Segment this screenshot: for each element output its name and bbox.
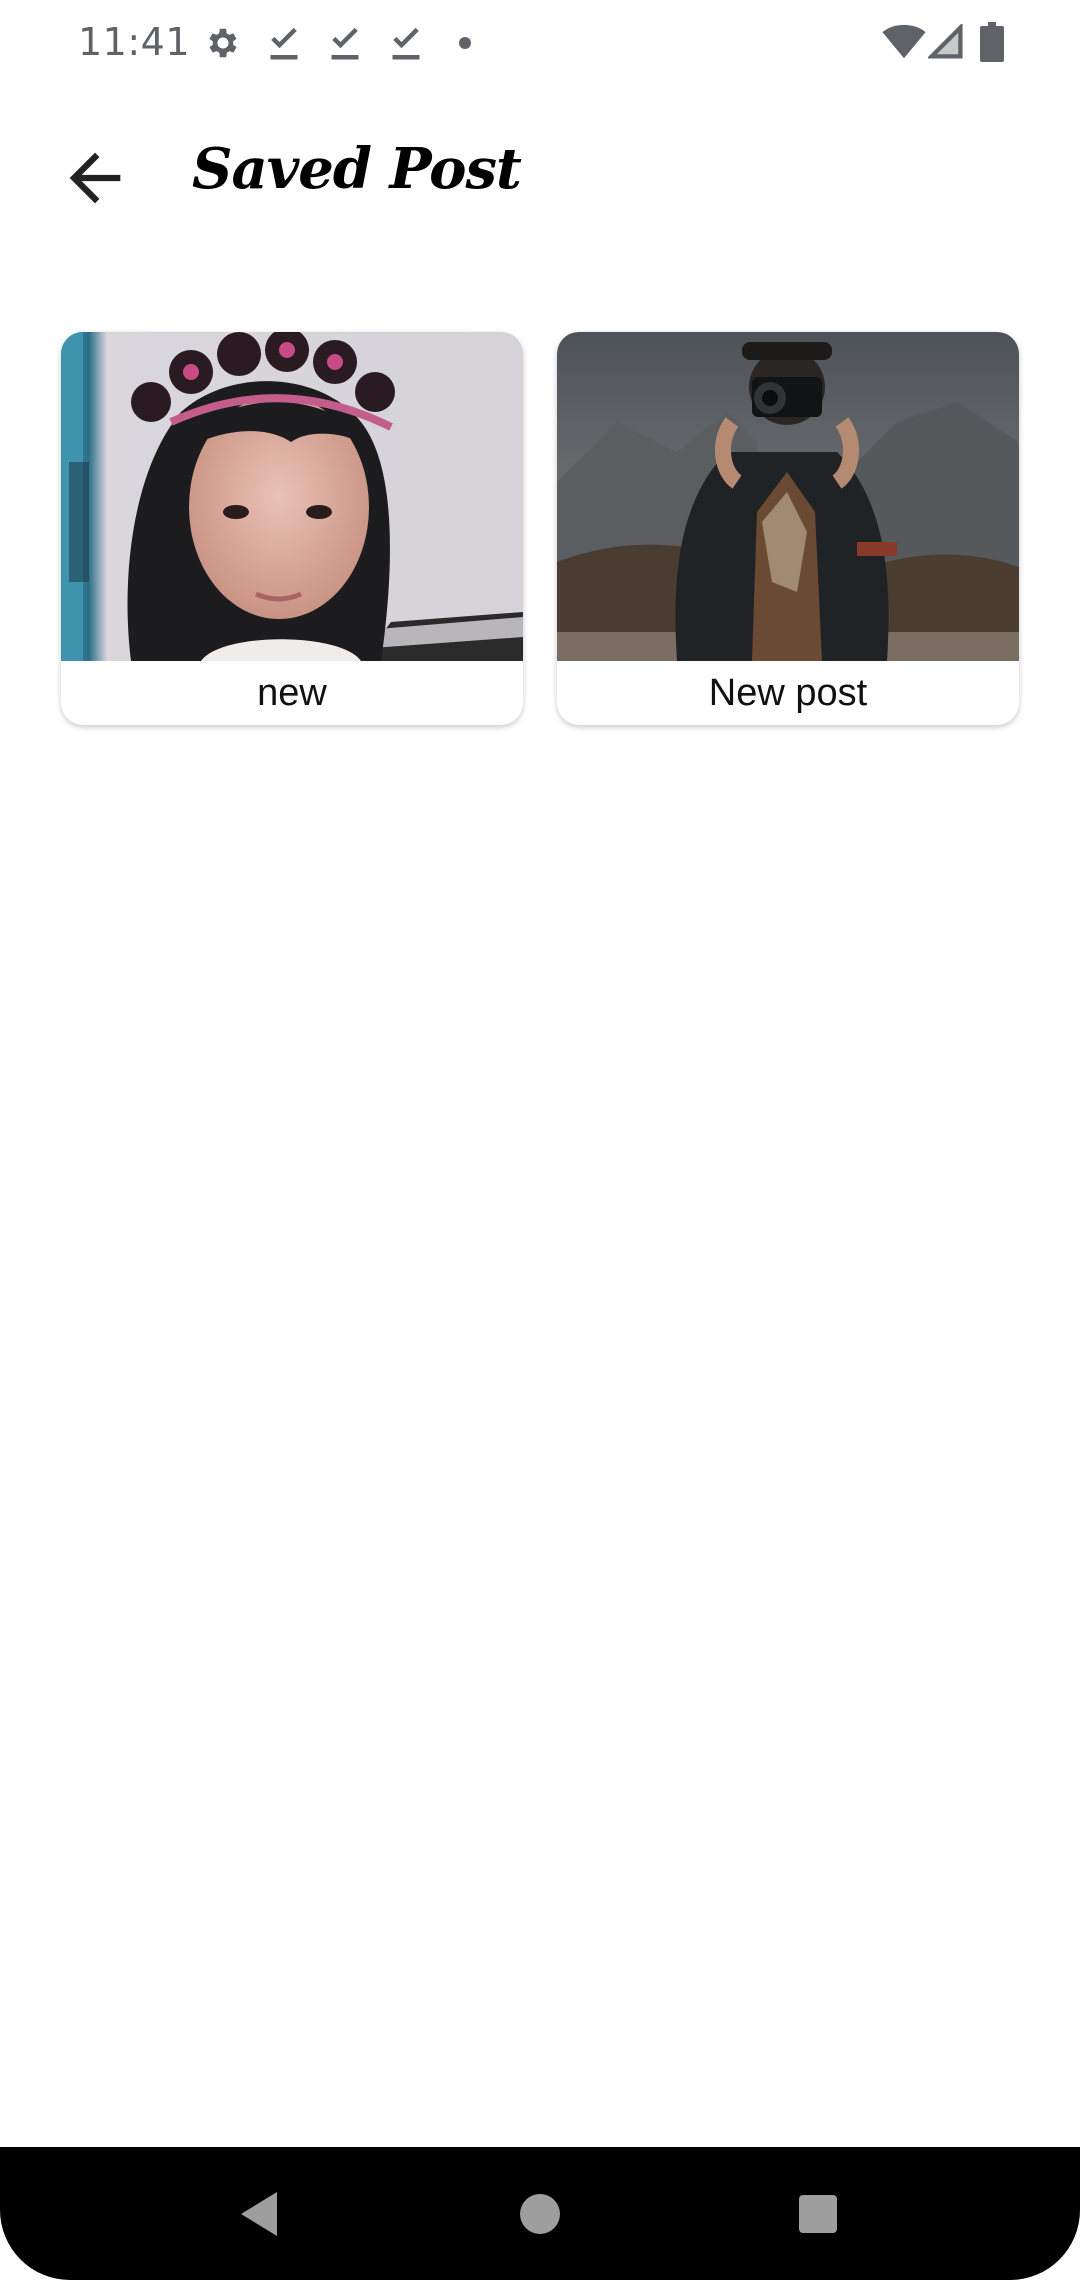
arrow-back-icon <box>69 152 121 204</box>
nav-back-button[interactable] <box>179 2147 339 2280</box>
saved-posts-grid: new New post <box>61 332 1019 725</box>
status-bar: 11:41 <box>0 0 1080 86</box>
saved-post-card[interactable]: new <box>61 332 523 725</box>
post-title: New post <box>708 671 868 714</box>
post-image <box>61 332 523 661</box>
download-done-icon <box>388 22 424 69</box>
back-button[interactable] <box>40 128 150 228</box>
back-triangle-icon <box>241 2191 277 2236</box>
status-time: 11:41 <box>78 20 191 64</box>
download-done-icon <box>327 22 363 69</box>
notification-dot-icon <box>458 36 472 55</box>
page-title: Saved Post <box>192 136 522 202</box>
battery-icon <box>980 22 1004 67</box>
saved-post-card[interactable]: New post <box>557 332 1019 725</box>
home-circle-icon <box>520 2193 560 2234</box>
app-bar: Saved Post <box>0 86 1080 266</box>
nav-recents-button[interactable] <box>738 2147 898 2280</box>
nav-home-button[interactable] <box>460 2147 620 2280</box>
settings-icon <box>204 22 242 69</box>
cell-signal-icon <box>926 22 964 65</box>
download-done-icon <box>266 22 302 69</box>
post-title: new <box>257 671 327 714</box>
post-image <box>557 332 1019 661</box>
wifi-icon <box>882 24 926 65</box>
recents-square-icon <box>799 2194 837 2233</box>
system-nav-bar <box>0 2147 1080 2280</box>
